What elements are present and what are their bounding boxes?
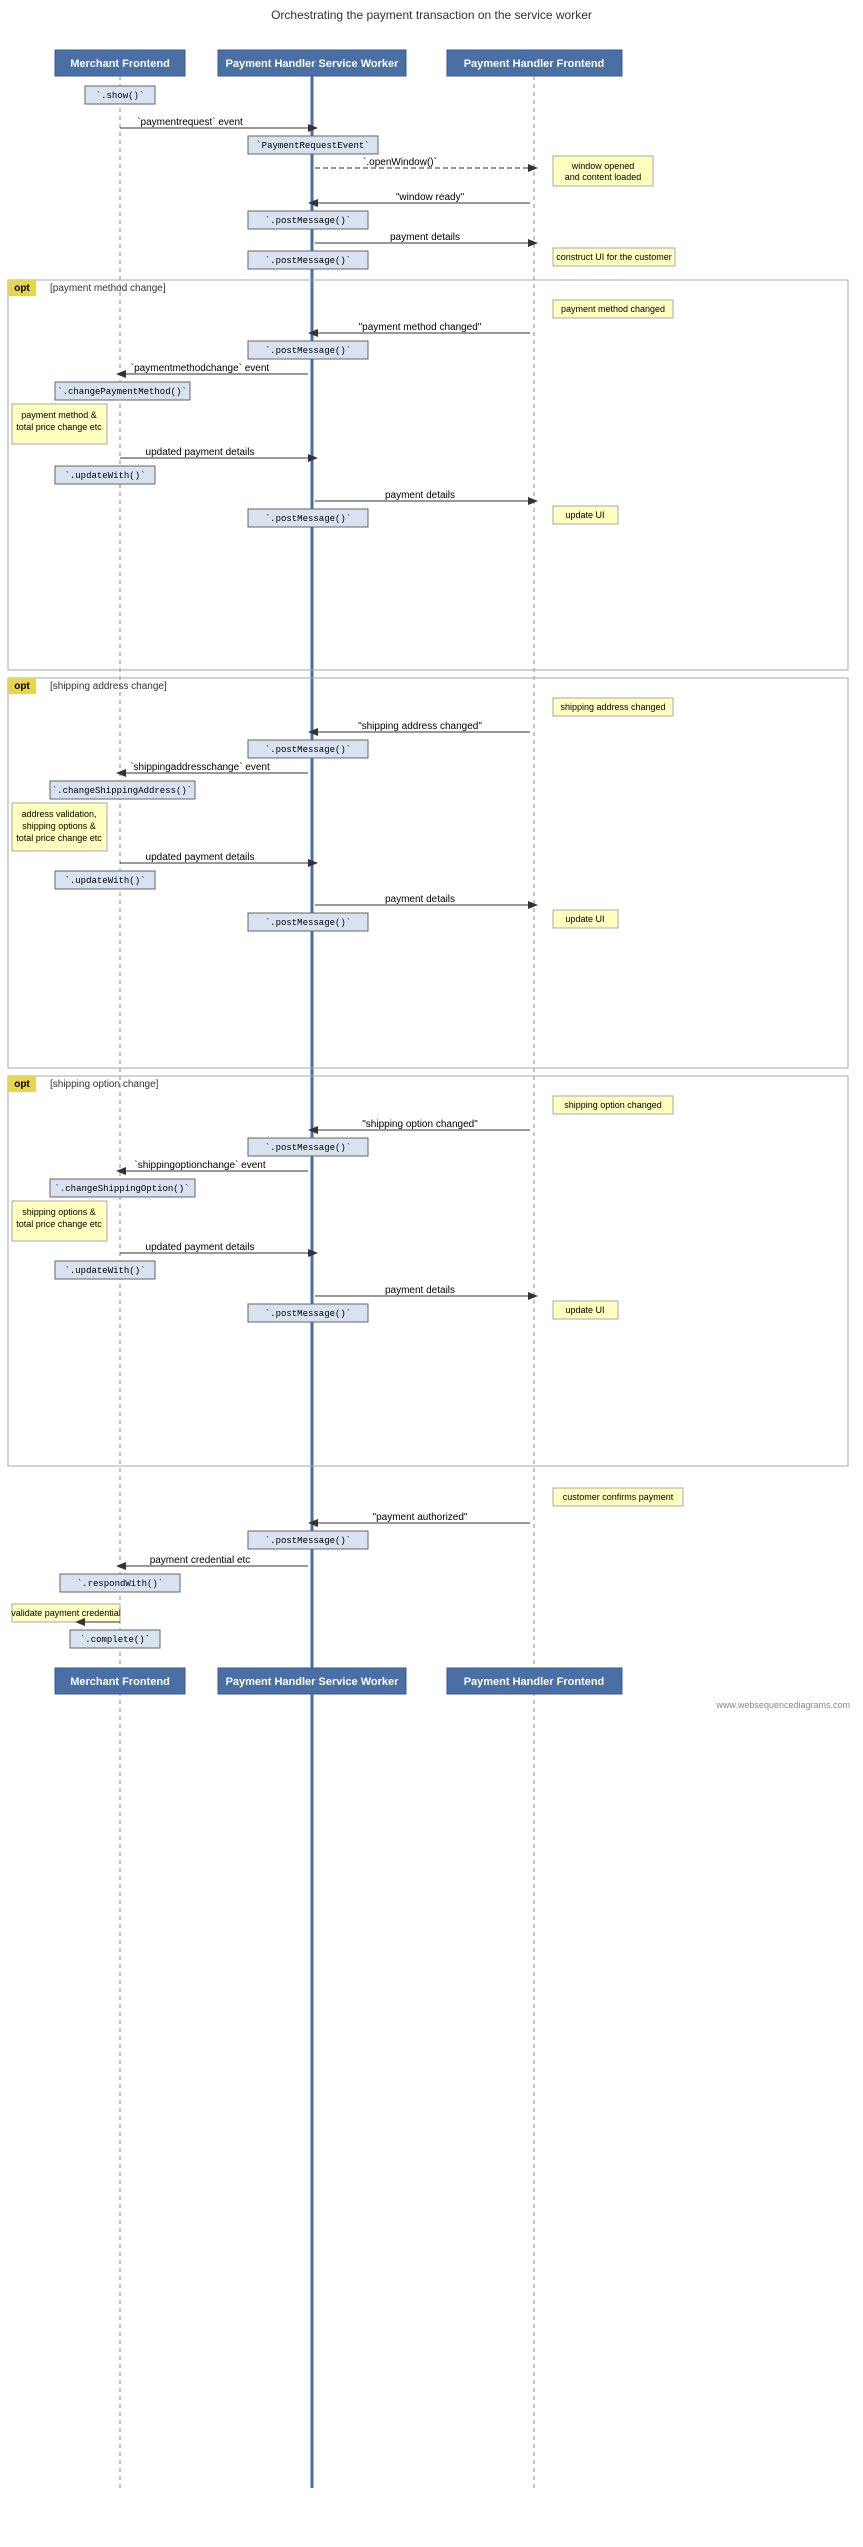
svg-text:`.updateWith()`: `.updateWith()` bbox=[64, 876, 145, 886]
svg-text:opt: opt bbox=[14, 1079, 30, 1090]
svg-text:`.respondWith()`: `.respondWith()` bbox=[77, 1579, 163, 1589]
svg-text:total price change etc: total price change etc bbox=[16, 1219, 102, 1229]
svg-text:Payment Handler Frontend: Payment Handler Frontend bbox=[464, 58, 605, 70]
svg-text:window opened: window opened bbox=[571, 161, 635, 171]
svg-text:`.postMessage()`: `.postMessage()` bbox=[265, 1143, 351, 1153]
svg-text:shipping option changed: shipping option changed bbox=[564, 1100, 662, 1110]
svg-text:"shipping option changed": "shipping option changed" bbox=[362, 1119, 478, 1130]
svg-text:`.postMessage()`: `.postMessage()` bbox=[265, 1309, 351, 1319]
svg-text:`paymentrequest` event: `paymentrequest` event bbox=[137, 116, 243, 128]
svg-text:update UI: update UI bbox=[565, 914, 604, 924]
svg-text:payment details: payment details bbox=[385, 894, 455, 905]
svg-text:`.show()`: `.show()` bbox=[96, 91, 145, 101]
svg-text:payment details: payment details bbox=[385, 1285, 455, 1296]
svg-text:payment details: payment details bbox=[390, 232, 460, 243]
svg-text:`.complete()`: `.complete()` bbox=[80, 1635, 150, 1645]
svg-text:payment details: payment details bbox=[385, 490, 455, 501]
svg-text:shipping address changed: shipping address changed bbox=[560, 702, 665, 712]
svg-text:customer confirms payment: customer confirms payment bbox=[563, 1492, 674, 1502]
svg-text:payment credential etc: payment credential etc bbox=[150, 1555, 251, 1566]
svg-text:`.changePaymentMethod()`: `.changePaymentMethod()` bbox=[57, 387, 187, 397]
svg-text:Payment Handler Frontend: Payment Handler Frontend bbox=[464, 1676, 605, 1688]
svg-text:`.postMessage()`: `.postMessage()` bbox=[265, 216, 351, 226]
svg-text:Payment Handler Service Worker: Payment Handler Service Worker bbox=[226, 1676, 400, 1688]
svg-text:Merchant Frontend: Merchant Frontend bbox=[70, 58, 170, 70]
svg-text:`.postMessage()`: `.postMessage()` bbox=[265, 346, 351, 356]
svg-text:`.postMessage()`: `.postMessage()` bbox=[265, 256, 351, 266]
sequence-diagram: Merchant Frontend Payment Handler Servic… bbox=[0, 28, 863, 2547]
svg-text:validate payment credential: validate payment credential bbox=[11, 1608, 121, 1618]
svg-text:[payment method change]: [payment method change] bbox=[50, 283, 166, 294]
svg-text:address validation,: address validation, bbox=[21, 809, 96, 819]
svg-text:opt: opt bbox=[14, 283, 30, 294]
svg-text:`paymentmethodchange` event: `paymentmethodchange` event bbox=[131, 362, 270, 374]
svg-text:`.postMessage()`: `.postMessage()` bbox=[265, 1536, 351, 1546]
svg-text:www.websequencediagrams.com: www.websequencediagrams.com bbox=[715, 1700, 850, 1710]
svg-text:and content loaded: and content loaded bbox=[565, 172, 642, 182]
svg-text:total price change etc: total price change etc bbox=[16, 833, 102, 843]
svg-text:updated payment details: updated payment details bbox=[146, 1242, 255, 1253]
svg-text:update UI: update UI bbox=[565, 510, 604, 520]
svg-text:`.changeShippingAddress()`: `.changeShippingAddress()` bbox=[52, 786, 192, 796]
svg-text:"payment method changed": "payment method changed" bbox=[359, 322, 482, 333]
svg-text:`shippingoptionchange` event: `shippingoptionchange` event bbox=[134, 1159, 265, 1171]
svg-text:`.updateWith()`: `.updateWith()` bbox=[64, 1266, 145, 1276]
svg-text:`.postMessage()`: `.postMessage()` bbox=[265, 745, 351, 755]
diagram-title: Orchestrating the payment transaction on… bbox=[0, 0, 863, 28]
svg-text:payment method changed: payment method changed bbox=[561, 304, 665, 314]
svg-text:updated payment details: updated payment details bbox=[146, 852, 255, 863]
svg-text:updated payment details: updated payment details bbox=[146, 447, 255, 458]
svg-text:total price change etc: total price change etc bbox=[16, 422, 102, 432]
svg-text:`.postMessage()`: `.postMessage()` bbox=[265, 918, 351, 928]
svg-text:[shipping address change]: [shipping address change] bbox=[50, 681, 167, 692]
svg-text:`.updateWith()`: `.updateWith()` bbox=[64, 471, 145, 481]
diagram-container: Orchestrating the payment transaction on… bbox=[0, 0, 863, 2547]
svg-text:"payment authorized": "payment authorized" bbox=[373, 1512, 468, 1523]
svg-text:construct UI for the customer: construct UI for the customer bbox=[556, 252, 672, 262]
svg-text:`.openWindow()`: `.openWindow()` bbox=[363, 156, 437, 168]
svg-text:shipping options &: shipping options & bbox=[22, 1207, 96, 1217]
svg-text:[shipping option change]: [shipping option change] bbox=[50, 1079, 159, 1090]
svg-text:Merchant Frontend: Merchant Frontend bbox=[70, 1676, 170, 1688]
svg-text:`.changeShippingOption()`: `.changeShippingOption()` bbox=[54, 1184, 189, 1194]
svg-text:shipping options &: shipping options & bbox=[22, 821, 96, 831]
svg-text:`PaymentRequestEvent`: `PaymentRequestEvent` bbox=[256, 141, 369, 151]
svg-text:`shippingaddresschange` event: `shippingaddresschange` event bbox=[130, 761, 270, 773]
svg-text:Payment Handler Service Worker: Payment Handler Service Worker bbox=[226, 58, 400, 70]
svg-text:opt: opt bbox=[14, 681, 30, 692]
svg-text:"shipping address changed": "shipping address changed" bbox=[358, 721, 482, 732]
svg-text:payment method &: payment method & bbox=[21, 410, 97, 420]
svg-text:update UI: update UI bbox=[565, 1305, 604, 1315]
svg-text:`.postMessage()`: `.postMessage()` bbox=[265, 514, 351, 524]
svg-text:"window ready": "window ready" bbox=[396, 192, 465, 203]
